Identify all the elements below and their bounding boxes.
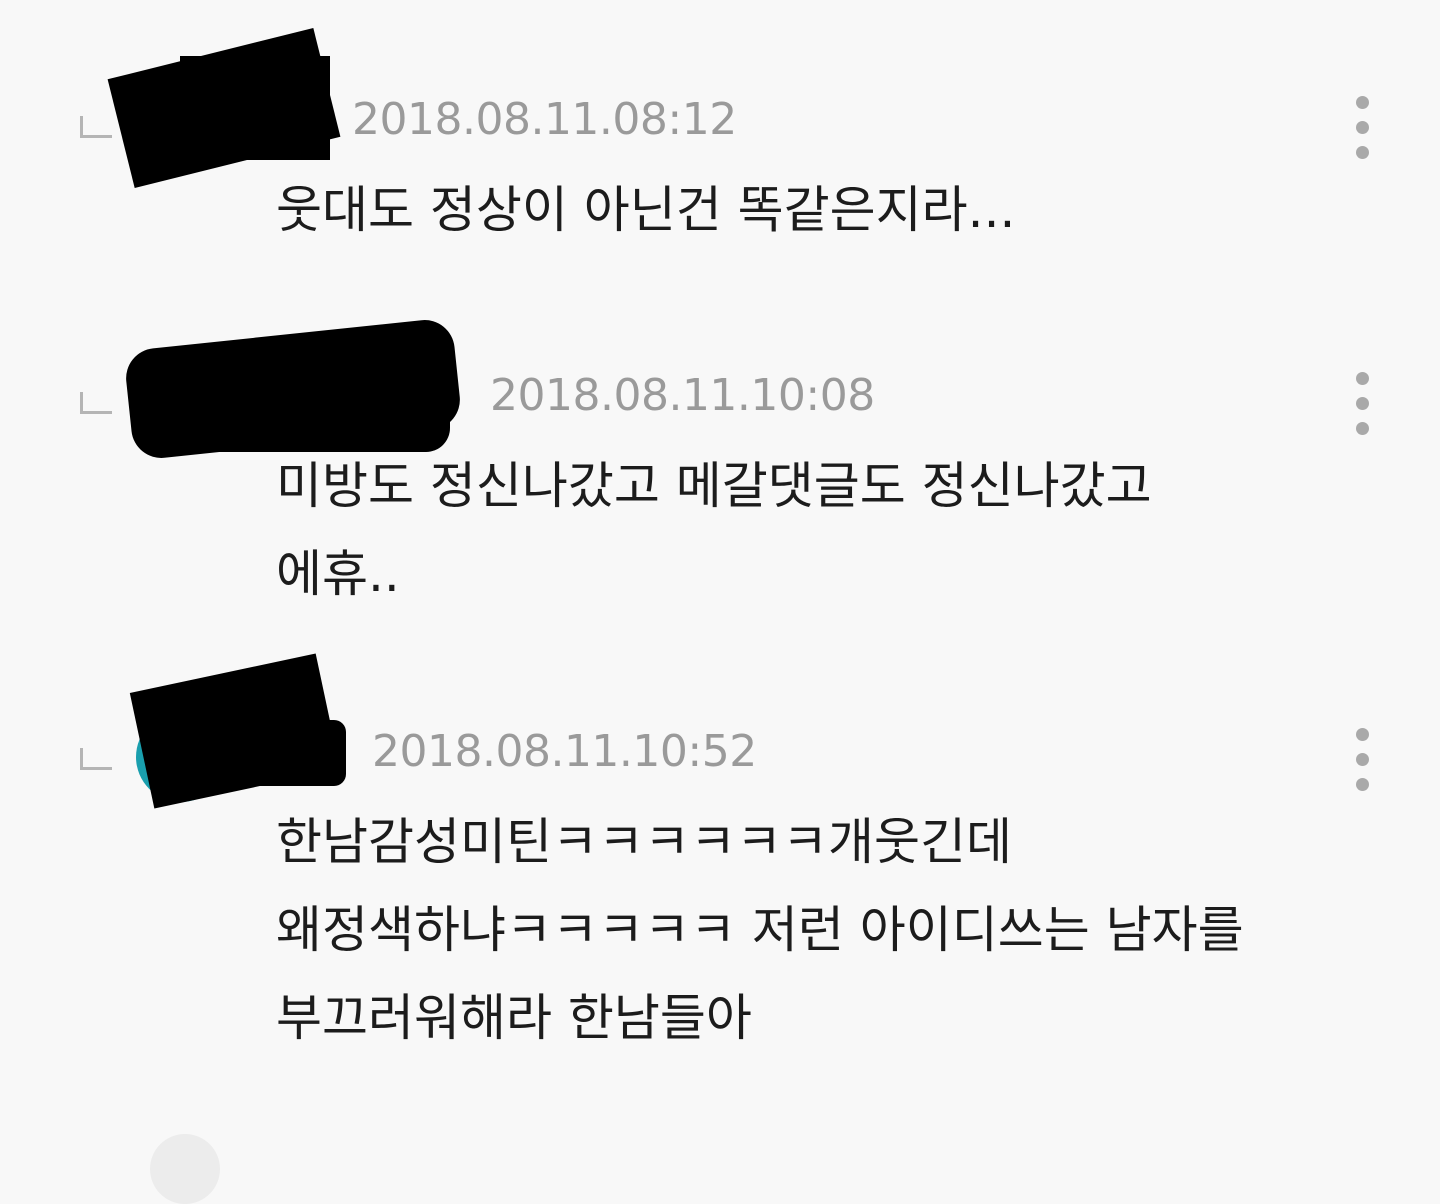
comment-timestamp: 2018.08.11.10:08 <box>490 370 875 421</box>
reply-arrow-icon <box>80 748 112 770</box>
more-vertical-icon <box>1356 753 1369 766</box>
comment-line: 미방도 정신나갔고 메갈댓글도 정신나갔고 <box>276 457 1152 515</box>
comment-text: 한남감성미틴ㅋㅋㅋㅋㅋㅋ개웃긴데 왜정색하냐ㅋㅋㅋㅋㅋ 저런 아이디쓰는 남자를… <box>276 812 1386 1076</box>
more-options-button[interactable] <box>1340 90 1384 166</box>
more-options-button[interactable] <box>1340 366 1384 442</box>
comment-timestamp: 2018.08.11.08:12 <box>352 94 737 145</box>
redaction-mark <box>168 720 346 786</box>
comment-text: 웃대도 정상이 아닌건 똑같은지라... <box>276 180 1386 268</box>
more-vertical-icon <box>1356 422 1369 435</box>
more-vertical-icon <box>1356 96 1369 109</box>
next-comment-avatar[interactable] <box>150 1134 220 1204</box>
more-vertical-icon <box>1356 397 1369 410</box>
more-vertical-icon <box>1356 121 1369 134</box>
comment-line: 웃대도 정상이 아닌건 똑같은지라... <box>276 181 1016 239</box>
reply-arrow-icon <box>80 116 112 138</box>
comment-text: 미방도 정신나갔고 메갈댓글도 정신나갔고 에휴.. <box>276 456 1386 632</box>
more-vertical-icon <box>1356 372 1369 385</box>
comment-line: 에휴.. <box>276 545 400 603</box>
more-options-button[interactable] <box>1340 722 1384 798</box>
redaction-mark <box>180 56 330 160</box>
comment-line: 한남감성미틴ㅋㅋㅋㅋㅋㅋ개웃긴데 <box>276 813 1012 871</box>
redaction-mark <box>140 360 450 452</box>
reply-arrow-icon <box>80 392 112 414</box>
more-vertical-icon <box>1356 728 1369 741</box>
comment-line: 부끄러워해라 한남들아 <box>276 989 752 1047</box>
more-vertical-icon <box>1356 146 1369 159</box>
more-vertical-icon <box>1356 778 1369 791</box>
comment-timestamp: 2018.08.11.10:52 <box>372 726 757 777</box>
comment-line: 왜정색하냐ㅋㅋㅋㅋㅋ 저런 아이디쓰는 남자를 <box>276 901 1244 959</box>
